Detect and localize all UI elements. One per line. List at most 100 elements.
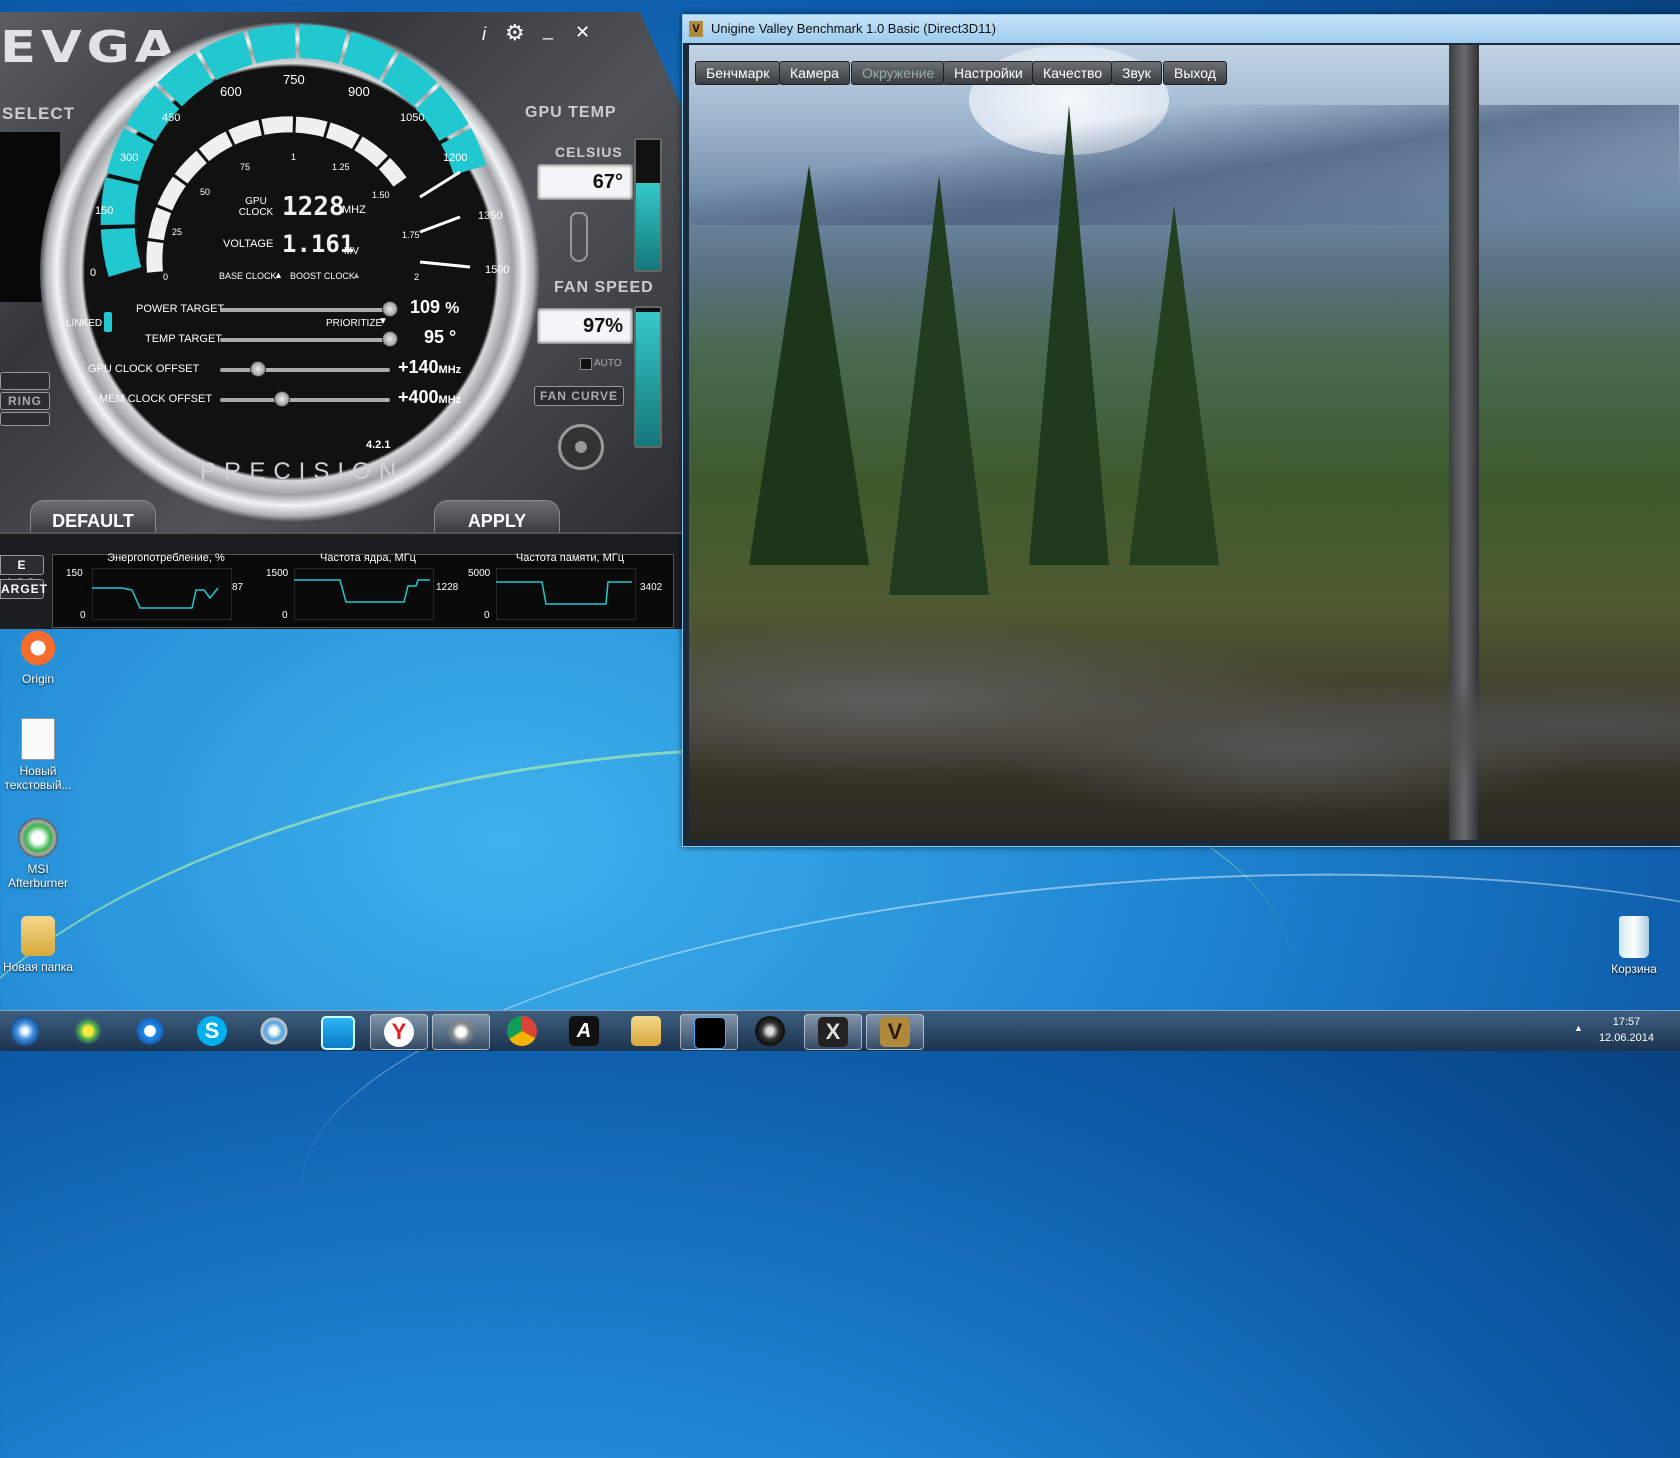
inner-tick-label: 50 — [200, 187, 211, 197]
tray-expand-icon[interactable]: ▲ — [1574, 1023, 1583, 1033]
temp-target-slider[interactable] — [220, 338, 390, 342]
mem-clock-offset-slider[interactable] — [220, 398, 390, 402]
base-clock-label: BASE CLOCK — [219, 271, 277, 281]
gpu-clock-value: 1228 — [282, 192, 345, 222]
target-button[interactable]: ARGET — [0, 579, 47, 599]
chrome-icon — [507, 1016, 537, 1046]
msi-afterburner-icon — [18, 818, 58, 858]
evga-precision-window: EVGA i ⚙ _ ✕ SELECT RING 0 150 300 450 6… — [0, 12, 684, 629]
menu-quality[interactable]: Качество — [1032, 61, 1114, 85]
temperature-bar-fill — [636, 182, 660, 270]
clock-time: 17:57 — [1612, 1016, 1641, 1028]
power-target-label: POWER TARGET — [136, 303, 225, 315]
taskbar-explorer[interactable] — [618, 1014, 674, 1048]
graph-min: 0 — [484, 610, 490, 621]
menu-benchmark[interactable]: Бенчмарк — [695, 61, 781, 85]
menu-sound[interactable]: Звук — [1111, 61, 1162, 85]
fan-curve-button[interactable]: FAN CURVE — [534, 386, 624, 406]
inner-tick-label: 2 — [414, 272, 420, 282]
outer-tick-label: 1350 — [478, 210, 503, 222]
precision-x-icon: X — [818, 1017, 848, 1047]
desktop-icon-label: MSI Afterburner — [7, 862, 69, 890]
outer-tick-label: 1050 — [400, 112, 425, 124]
desktop-icon-label: Новая папка — [3, 960, 73, 974]
power-target-value: 109 % — [410, 297, 460, 317]
gpu-clock-offset-slider[interactable] — [220, 368, 390, 372]
inner-tick-label: 1.25 — [332, 162, 350, 172]
fan-speed-readout: 97% — [537, 308, 633, 344]
taskbar-evga-precision[interactable]: X — [804, 1014, 862, 1050]
mem-clock-offset-knob[interactable] — [274, 391, 290, 407]
taskbar-valley[interactable]: V — [866, 1014, 924, 1050]
gpu-clock-label: GPU CLOCK — [238, 196, 274, 218]
rocks — [689, 605, 1680, 840]
taskbar-icq[interactable] — [60, 1014, 116, 1048]
outer-tick-label: 900 — [348, 84, 370, 99]
graph-max: 5000 — [468, 568, 491, 579]
log-button[interactable]: E LOG — [0, 555, 44, 590]
aida-icon: A — [569, 1016, 599, 1046]
outer-tick-label: 150 — [95, 205, 114, 217]
taskbar-safari[interactable] — [246, 1014, 302, 1048]
outer-tick-label: 1500 — [485, 264, 510, 276]
desktop-icon-label: Новый текстовый... — [4, 764, 72, 792]
menu-camera[interactable]: Камера — [779, 61, 850, 85]
prioritize-toggle-icon[interactable]: ▼ — [378, 316, 388, 327]
desktop-icon-new-folder[interactable]: Новая папка — [0, 916, 76, 974]
taskbar-aida[interactable]: A — [556, 1014, 612, 1048]
taskbar-yandex-browser[interactable]: Y — [370, 1014, 428, 1050]
fan-icon — [558, 424, 604, 470]
menu-settings[interactable]: Настройки — [943, 61, 1034, 85]
clock[interactable]: 17:57 12.06.2014 — [1599, 1014, 1654, 1046]
core-clock-graph: Частота ядра, МГц 1500 0 1228 — [266, 552, 470, 622]
pine-tree — [1029, 105, 1109, 565]
minimize-button[interactable]: _ — [543, 20, 553, 41]
power-graph-line — [92, 568, 232, 620]
internet-explorer-icon — [135, 1016, 165, 1046]
memory-clock-graph-line — [496, 568, 636, 620]
outer-tick-label: 450 — [162, 112, 181, 124]
gpu-clock-offset-knob[interactable] — [250, 361, 266, 377]
inner-tick-label: 25 — [172, 227, 183, 237]
safari-compass-icon — [259, 1016, 289, 1046]
taskbar-terminal[interactable] — [680, 1014, 738, 1050]
skype-icon: S — [197, 1016, 227, 1046]
window-title[interactable]: Unigine Valley Benchmark 1.0 Basic (Dire… — [683, 15, 1680, 43]
taskbar: S Y A X V ▲ 17:57 12.06.2014 — [0, 1010, 1680, 1051]
graph-min: 0 — [80, 610, 86, 621]
taskbar-chrome[interactable] — [494, 1014, 550, 1048]
desktop-icon-label: Origin — [21, 672, 54, 686]
desktop-icon-recycle-bin[interactable]: Корзина — [1596, 916, 1672, 976]
fan-speed-bar[interactable] — [634, 306, 662, 448]
boost-clock-marker-icon: ▲ — [352, 270, 361, 280]
temp-target-knob[interactable] — [382, 331, 398, 347]
taskbar-internet-explorer[interactable] — [122, 1014, 178, 1048]
folder-icon — [21, 916, 55, 956]
desktop-icon-text-file[interactable]: Новый текстовый... — [0, 718, 76, 792]
benchmark-scene[interactable]: Бенчмарк Камера Окружение Настройки Каче… — [689, 45, 1680, 840]
gpu-clock-offset-value: +140MHz — [398, 357, 462, 377]
taskbar-player[interactable] — [308, 1014, 364, 1050]
menu-environment[interactable]: Окружение — [851, 61, 946, 85]
graph-max: 1500 — [266, 568, 289, 579]
menu-exit[interactable]: Выход — [1163, 61, 1227, 85]
mem-clock-offset-value: +400MHz — [398, 387, 462, 407]
power-target-slider[interactable] — [220, 308, 390, 312]
auto-checkbox[interactable] — [580, 358, 592, 370]
graph-current: 1228 — [436, 582, 459, 593]
start-button[interactable] — [2, 1014, 50, 1048]
desktop-icon-origin[interactable]: Origin — [0, 628, 76, 686]
graph-max: 150 — [66, 568, 83, 579]
close-button[interactable]: ✕ — [575, 22, 590, 43]
taskbar-foobar[interactable] — [432, 1014, 490, 1050]
taskbar-steam[interactable] — [742, 1014, 798, 1048]
desktop-icon-msi-afterburner[interactable]: MSI Afterburner — [0, 818, 76, 890]
text-file-icon — [21, 718, 55, 760]
memory-clock-graph: Частота памяти, МГц 5000 0 3402 — [468, 552, 672, 622]
voltage-value: 1.161 — [282, 230, 355, 258]
core-clock-graph-line — [294, 568, 434, 620]
media-app-icon — [446, 1017, 476, 1047]
taskbar-skype[interactable]: S — [184, 1014, 240, 1048]
power-target-knob[interactable] — [382, 301, 398, 317]
linked-toggle[interactable] — [104, 312, 112, 332]
